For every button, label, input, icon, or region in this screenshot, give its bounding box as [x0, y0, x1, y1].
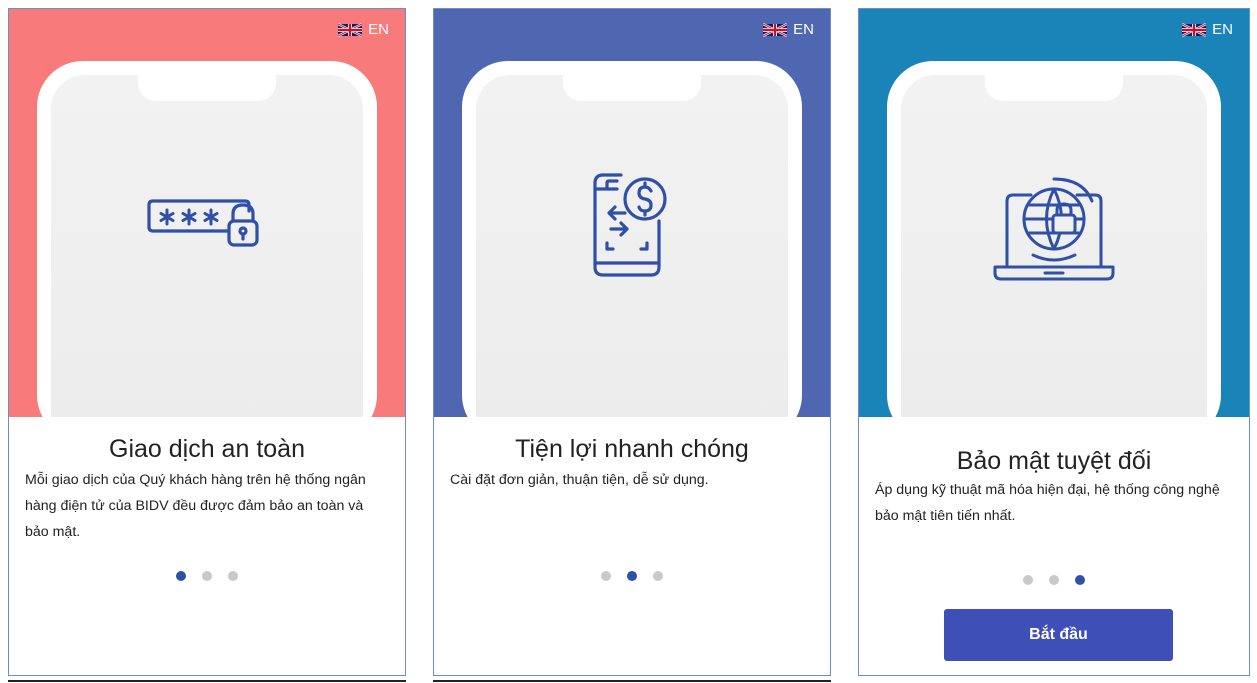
phone-screen: [51, 75, 363, 441]
page-dot-3[interactable]: [653, 571, 663, 581]
language-label: EN: [1212, 21, 1233, 38]
mobile-transfer-icon: [587, 169, 677, 286]
onboarding-screen-1: EN Giao dịch an toàn Mỗi giao dịch của Q…: [8, 8, 406, 676]
screen-description: Mỗi giao dịch của Quý khách hàng trên hệ…: [25, 472, 366, 540]
language-switch[interactable]: EN: [338, 21, 389, 38]
phone-notch: [138, 75, 276, 101]
page-dot-2[interactable]: [202, 571, 212, 581]
divider: [8, 680, 406, 682]
page-indicator: [9, 571, 405, 581]
screen-title: Bảo mật tuyệt đối: [956, 447, 1152, 475]
page-dot-1[interactable]: [1023, 575, 1033, 585]
language-switch[interactable]: EN: [763, 21, 814, 38]
laptop-globe-lock-icon: [991, 167, 1117, 290]
screen-title: Giao dịch an toàn: [109, 435, 305, 463]
onboarding-screen-2: EN Tiện lợi nhanh chóng Cài đặt đơn giản…: [433, 8, 831, 676]
phone-notch: [563, 75, 701, 101]
screen-description: Cài đặt đơn giản, thuận tiện, dễ sử dụng…: [450, 472, 709, 488]
language-switch[interactable]: EN: [1182, 21, 1233, 38]
language-label: EN: [368, 21, 389, 38]
page-indicator: [859, 575, 1249, 585]
screen-description: Áp dụng kỹ thuật mã hóa hiện đại, hệ thố…: [875, 482, 1220, 524]
page-indicator: [434, 571, 830, 581]
uk-flag-icon: [1182, 22, 1207, 37]
page-dot-1[interactable]: [601, 571, 611, 581]
page-dot-3[interactable]: [1075, 575, 1085, 585]
uk-flag-icon: [338, 22, 363, 37]
screen-title: Tiện lợi nhanh chóng: [515, 435, 749, 463]
uk-flag-icon: [763, 22, 788, 37]
page-dot-2[interactable]: [1049, 575, 1059, 585]
language-label: EN: [793, 21, 814, 38]
page-dot-1[interactable]: [176, 571, 186, 581]
divider: [433, 680, 831, 682]
password-lock-icon: [145, 193, 269, 256]
page-dot-2[interactable]: [627, 571, 637, 581]
page-dot-3[interactable]: [228, 571, 238, 581]
onboarding-screen-3: EN Bảo mật tuyệt đối Áp dụng kỹ thuật mã…: [858, 8, 1250, 676]
start-button[interactable]: Bắt đầu: [944, 609, 1173, 661]
content-panel: [859, 417, 1249, 447]
phone-notch: [985, 75, 1123, 101]
